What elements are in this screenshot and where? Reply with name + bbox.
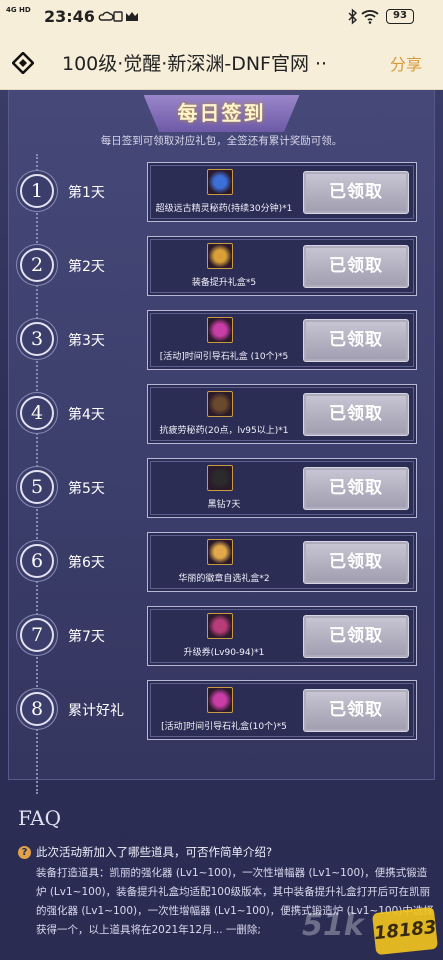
reward-item-icon [207, 687, 233, 713]
wifi-icon [361, 10, 379, 21]
notification-icons [98, 11, 138, 22]
reward-item-icon [207, 243, 233, 269]
reward-card: 装备提升礼盒*5 已领取 [147, 236, 417, 296]
day-label: 第7天 [68, 629, 105, 645]
checkin-row: 4 第4天 抗疲劳秘药(20点，lv95以上)*1 已领取 [0, 384, 443, 444]
crown-icon [126, 12, 138, 21]
day-number-badge: 1 [20, 174, 54, 208]
day-number-badge: 7 [20, 618, 54, 652]
day-label: 第5天 [68, 481, 105, 497]
reward-card: [活动]时间引导石礼盒(10个)*5 已领取 [147, 680, 417, 740]
reward-card: 黑钻7天 已领取 [147, 458, 417, 518]
reward-item-name: 升级券(Lv90-94)*1 [183, 648, 265, 658]
watermark-site: 51k [302, 908, 364, 943]
system-icons: 93 [346, 8, 440, 26]
reward-card: 升级券(Lv90-94)*1 已领取 [147, 606, 417, 666]
bluetooth-icon [348, 8, 358, 25]
claimed-button[interactable]: 已领取 [303, 541, 409, 584]
signal-indicator: 4G HD [6, 6, 31, 14]
checkin-row: 7 第7天 升级券(Lv90-94)*1 已领取 [0, 606, 443, 666]
question-icon: ? [18, 846, 31, 859]
day-number-badge: 2 [20, 248, 54, 282]
bag-icon [113, 11, 123, 22]
share-button[interactable]: 分享 [390, 51, 422, 75]
watermark-badge: 18183 [371, 906, 439, 956]
day-label: 第4天 [68, 407, 105, 423]
reward-card: 华丽的徽章自选礼盒*2 已领取 [147, 532, 417, 592]
checkin-row: 5 第5天 黑钻7天 已领取 [0, 458, 443, 518]
day-number-badge: 6 [20, 544, 54, 578]
claimed-button[interactable]: 已领取 [303, 245, 409, 288]
reward-item-icon [207, 539, 233, 565]
page-title: 100级·觉醒·新深渊-DNF官网 ·· [62, 53, 328, 75]
day-number-badge: 8 [20, 692, 54, 726]
day-label: 第1天 [68, 185, 105, 201]
checkin-row: 8 累计好礼 [活动]时间引导石礼盒(10个)*5 已领取 [0, 680, 443, 740]
clock: 23:46 [44, 7, 95, 26]
day-number-badge: 4 [20, 396, 54, 430]
day-label: 第6天 [68, 555, 105, 571]
faq-question[interactable]: 此次活动新加入了哪些道具，可否作简单介绍? [36, 844, 272, 860]
battery-icon: 93 [386, 9, 414, 24]
status-bar: 4G HD 23:46 93 [0, 0, 443, 36]
reward-item-name: [活动]时间引导石礼盒(10个)*5 [161, 722, 287, 732]
day-label: 累计好礼 [68, 703, 124, 719]
reward-item-icon [207, 613, 233, 639]
claimed-button[interactable]: 已领取 [303, 393, 409, 436]
claimed-button[interactable]: 已领取 [303, 319, 409, 362]
checkin-row: 6 第6天 华丽的徽章自选礼盒*2 已领取 [0, 532, 443, 592]
browser-title-bar: 100级·觉醒·新深渊-DNF官网 ·· 分享 [0, 36, 443, 90]
reward-card: [活动]时间引导石礼盒 (10个)*5 已领取 [147, 310, 417, 370]
checkin-subtitle: 每日签到可领取对应礼包，全签还有累计奖励可领。 [100, 135, 343, 147]
claimed-button[interactable]: 已领取 [303, 615, 409, 658]
reward-card: 抗疲劳秘药(20点，lv95以上)*1 已领取 [147, 384, 417, 444]
day-label: 第2天 [68, 259, 105, 275]
checkin-row: 3 第3天 [活动]时间引导石礼盒 (10个)*5 已领取 [0, 310, 443, 370]
cloud-icon [98, 11, 114, 21]
faq-title: FAQ [18, 806, 61, 830]
claimed-button[interactable]: 已领取 [303, 467, 409, 510]
reward-card: 超级远古精灵秘药(持续30分钟)*1 已领取 [147, 162, 417, 222]
day-number-badge: 3 [20, 322, 54, 356]
day-label: 第3天 [68, 333, 105, 349]
reward-item-name: 装备提升礼盒*5 [191, 278, 257, 288]
reward-item-name: 华丽的徽章自选礼盒*2 [178, 574, 270, 584]
reward-item-name: 超级远古精灵秘药(持续30分钟)*1 [155, 204, 293, 214]
watermark: 51k 18183 [302, 900, 439, 958]
day-number-badge: 5 [20, 470, 54, 504]
reward-item-name: 黑钻7天 [207, 500, 241, 510]
claimed-button[interactable]: 已领取 [303, 689, 409, 732]
reward-item-icon [207, 169, 233, 195]
checkin-row: 1 第1天 超级远古精灵秘药(持续30分钟)*1 已领取 [0, 162, 443, 222]
reward-item-name: [活动]时间引导石礼盒 (10个)*5 [159, 352, 289, 362]
checkin-row: 2 第2天 装备提升礼盒*5 已领取 [0, 236, 443, 296]
reward-item-name: 抗疲劳秘药(20点，lv95以上)*1 [159, 426, 289, 436]
reward-item-icon [207, 391, 233, 417]
checkin-heading: 每日签到 [143, 95, 300, 132]
reward-item-icon [207, 317, 233, 343]
claimed-button[interactable]: 已领取 [303, 171, 409, 214]
reward-item-icon [207, 465, 233, 491]
app-logo-icon[interactable] [12, 52, 34, 74]
main-content: 每日签到 每日签到可领取对应礼包，全签还有累计奖励可领。 1 第1天 超级远古精灵秘… [0, 90, 443, 960]
